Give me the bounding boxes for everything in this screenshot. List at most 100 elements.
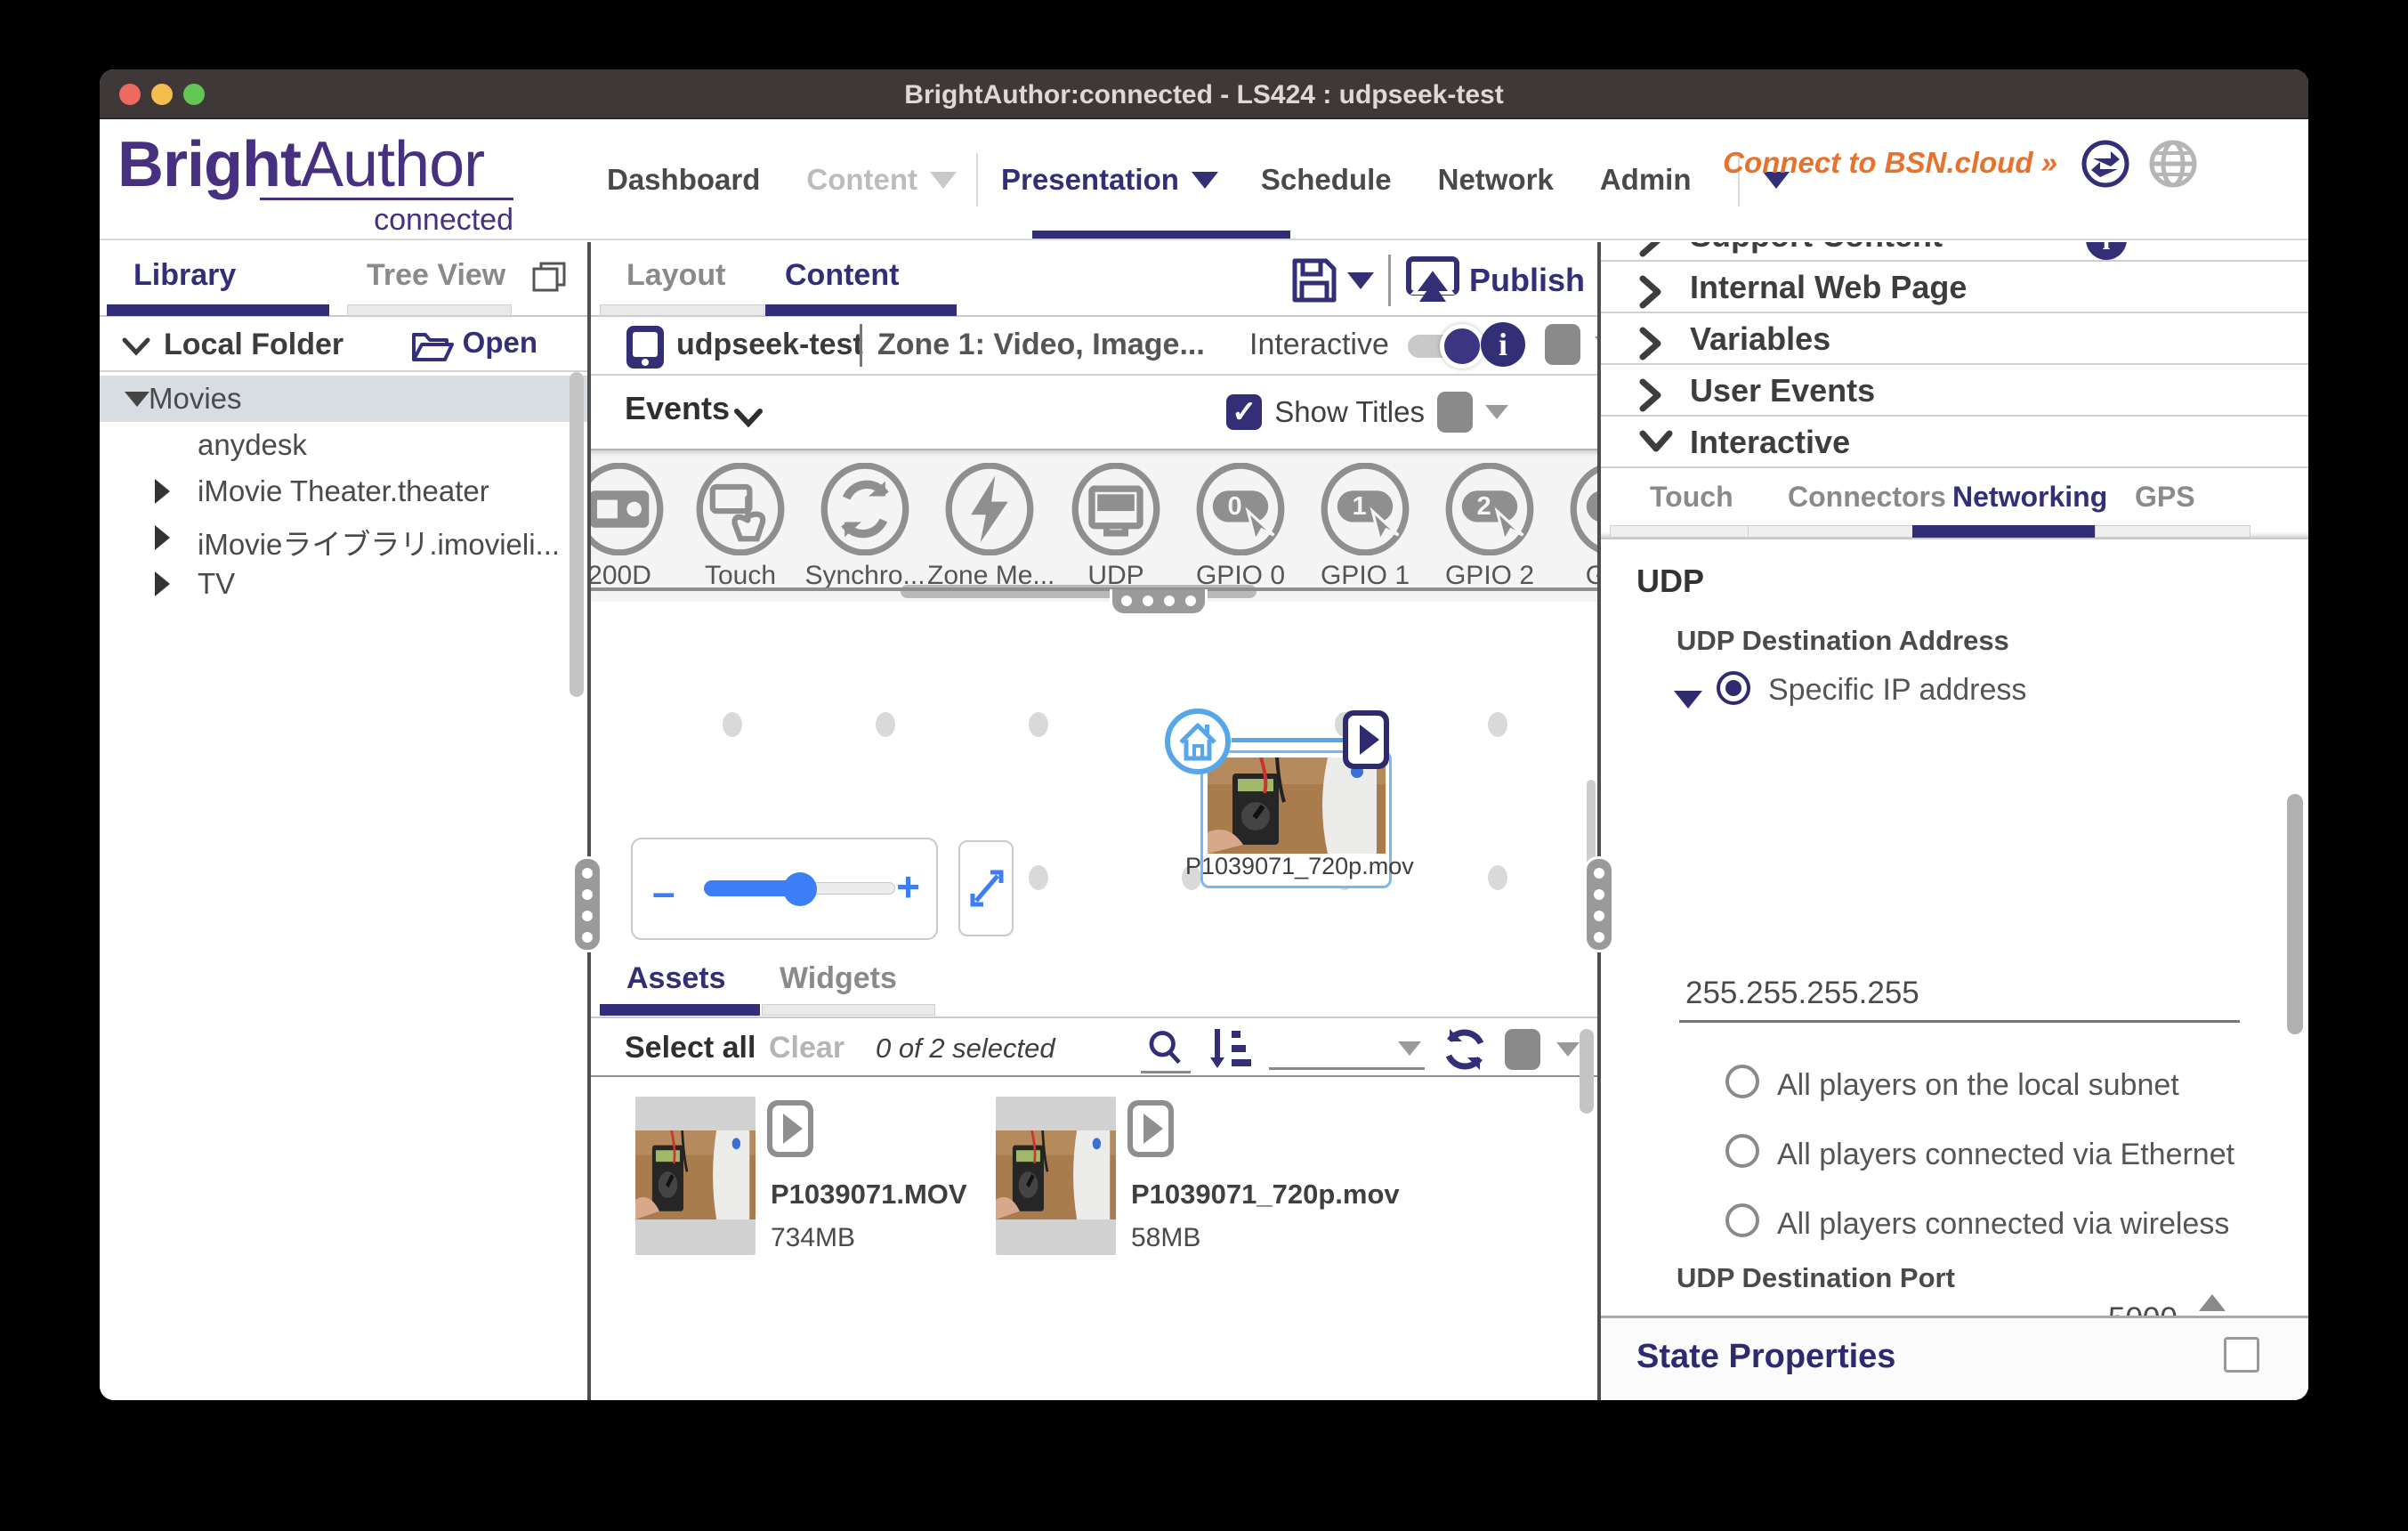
tab-tree-view[interactable]: Tree View [367,258,505,293]
save-icon[interactable] [1290,256,1338,304]
tree-item-3[interactable]: iMovieライブラリ.imovieli... [100,514,587,561]
nav-caret-content[interactable] [930,172,957,189]
events-chevron-icon[interactable] [733,408,764,429]
titles-color-button[interactable] [1437,392,1473,433]
collapsed-caret-icon[interactable] [155,571,170,596]
address-caret-icon[interactable] [1672,687,1704,710]
open-folder-icon[interactable] [411,329,454,363]
left-splitter-handle[interactable] [572,856,602,952]
asset-color-button[interactable] [1505,1029,1540,1070]
publish-button[interactable]: Publish [1469,262,1585,299]
event-icon-synchro-[interactable]: Synchro... [803,463,927,591]
radio-local-subnet-label[interactable]: All players on the local subnet [1777,1068,2179,1103]
tab-networking[interactable]: Networking [1952,481,2107,514]
event-icon-gpio-2[interactable]: 2 GPIO 2 [1427,463,1552,591]
show-titles-checkbox[interactable]: ✓ [1226,394,1262,430]
save-options-caret[interactable] [1347,272,1374,289]
zoom-in-button[interactable]: + [896,863,920,911]
media-play-event-icon[interactable] [1343,710,1389,769]
asset-card[interactable]: P1039071_720p.mov 58MB [996,1097,1334,1301]
tab-assets[interactable]: Assets [626,961,726,996]
home-state-icon[interactable] [1165,709,1231,774]
nav-item-schedule[interactable]: Schedule [1261,163,1392,197]
tab-touch[interactable]: Touch [1650,481,1733,514]
open-button[interactable]: Open [463,326,537,360]
fit-canvas-button[interactable] [958,840,1014,936]
radio-wireless-label[interactable]: All players connected via wireless [1777,1207,2229,1242]
right-splitter-handle[interactable] [1584,856,1614,952]
presentation-canvas[interactable]: P1039071_720p.mov – + [591,602,1597,949]
tab-connectors[interactable]: Connectors [1788,481,1946,514]
horizontal-splitter-handle[interactable] [1110,589,1208,616]
language-globe-icon[interactable] [2148,139,2198,189]
zoom-out-button[interactable]: – [652,868,675,916]
sort-dropdown[interactable] [1269,1029,1425,1070]
transfer-icon[interactable] [2081,139,2130,189]
tab-gps[interactable]: GPS [2135,481,2195,514]
event-icon-zone-me-[interactable]: Zone Me... [927,463,1052,591]
publish-icon[interactable] [1405,255,1460,305]
info-icon[interactable]: i [2086,242,2127,260]
titles-options-caret[interactable] [1485,405,1508,419]
event-icon-gpio-1[interactable]: 1 GPIO 1 [1303,463,1427,591]
video-play-icon [767,1100,813,1157]
connect-bsn-link[interactable]: Connect to BSN.cloud » [1723,146,2057,180]
radio-specific-ip-label[interactable]: Specific IP address [1768,673,2026,708]
tree-item-movies[interactable]: Movies [100,376,587,422]
local-folder-row: Local Folder Open [100,319,587,372]
nav-caret-presentation[interactable] [1192,172,1218,189]
refresh-icon[interactable] [1441,1025,1489,1073]
section-interactive[interactable]: Interactive [1601,417,2308,468]
asset-options-caret[interactable] [1556,1042,1580,1057]
event-icon-200d[interactable]: 200D [591,463,682,591]
zone-color-button[interactable] [1545,324,1580,365]
tree-item-4[interactable]: TV [100,561,587,607]
tree-item-label: iMovie Theater.theater [198,474,489,508]
select-all-button[interactable]: Select all [625,1031,756,1065]
clear-button[interactable]: Clear [769,1031,844,1065]
radio-specific-ip[interactable] [1717,671,1750,705]
sort-icon[interactable] [1207,1025,1253,1073]
collapsed-caret-icon[interactable] [155,479,170,504]
nav-item-content[interactable]: Content [806,163,917,197]
radio-wireless[interactable] [1725,1203,1759,1237]
asset-card[interactable]: P1039071.MOV 734MB [635,1097,974,1301]
collapsed-caret-icon[interactable] [155,525,170,550]
expanded-caret-icon[interactable] [125,392,149,407]
tab-widgets[interactable]: Widgets [780,961,897,996]
tab-layout[interactable]: Layout [626,258,725,293]
section-support-content[interactable]: Support Contenti [1601,242,2308,262]
tree-item-1[interactable]: anydesk [100,422,587,468]
radio-ethernet-label[interactable]: All players connected via Ethernet [1777,1138,2234,1172]
duplicate-panel-icon[interactable] [532,262,566,292]
assets-scrollbar[interactable] [1580,1029,1594,1114]
event-icon-gpio-0[interactable]: 0 GPIO 0 [1178,463,1303,591]
section-variables[interactable]: Variables [1601,313,2308,365]
tab-library[interactable]: Library [133,258,236,293]
search-icon[interactable] [1141,1025,1191,1073]
event-icon-udp[interactable]: UDP [1054,463,1178,591]
section-internal-web-page[interactable]: Internal Web Page [1601,262,2308,313]
sidebar-scrollbar[interactable] [570,372,584,697]
interactive-toggle[interactable] [1408,335,1465,358]
nav-item-network[interactable]: Network [1438,163,1554,197]
nav-item-admin[interactable]: Admin [1600,163,1692,197]
section-user-events[interactable]: User Events [1601,365,2308,417]
zone-label[interactable]: Zone 1: Video, Image... [877,328,1205,362]
nav-item-dashboard[interactable]: Dashboard [607,163,760,197]
info-icon[interactable]: i [1481,322,1525,367]
radio-local-subnet[interactable] [1725,1065,1759,1098]
event-icon-touch[interactable]: Touch [678,463,803,591]
tab-content[interactable]: Content [785,258,899,293]
state-properties-expand-icon[interactable] [2228,1341,2259,1372]
radio-ethernet[interactable] [1725,1134,1759,1168]
properties-scrollbar[interactable] [2287,794,2303,1034]
zoom-slider-knob[interactable] [783,872,817,906]
zoom-slider[interactable] [704,882,895,895]
event-icon-gp-[interactable]: 3 GP... [1552,463,1597,591]
chevron-down-icon[interactable] [121,336,151,356]
tree-item-2[interactable]: iMovie Theater.theater [100,468,587,514]
video-state-node[interactable]: P1039071_720p.mov [1200,750,1392,888]
ip-address-input[interactable]: 255.255.255.255 [1685,976,1919,1011]
nav-item-presentation[interactable]: Presentation [1001,163,1179,197]
